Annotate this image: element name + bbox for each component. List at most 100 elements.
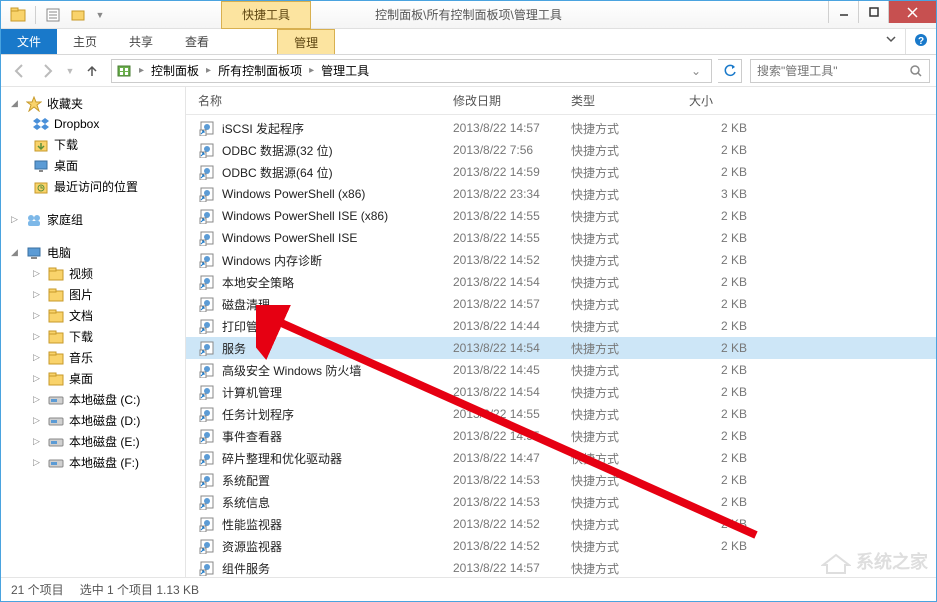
sidebar-item[interactable]: 最近访问的位置 (1, 176, 185, 197)
sidebar-item[interactable]: ▷本地磁盘 (C:) (1, 389, 185, 410)
star-icon (26, 96, 42, 112)
sidebar-item[interactable]: ▷音乐 (1, 347, 185, 368)
breadcrumb-item[interactable]: 管理工具 (317, 62, 373, 79)
expand-icon[interactable]: ▷ (33, 457, 43, 468)
file-row[interactable]: 高级安全 Windows 防火墙2013/8/22 14:45快捷方式2 KB (186, 359, 936, 381)
breadcrumb-item[interactable]: 控制面板 (147, 62, 203, 79)
sidebar-item[interactable]: ▷下载 (1, 326, 185, 347)
collapse-icon[interactable]: ◢ (11, 98, 21, 109)
sidebar-item[interactable]: ▷桌面 (1, 368, 185, 389)
file-row[interactable]: Windows PowerShell ISE (x86)2013/8/22 14… (186, 205, 936, 227)
file-row[interactable]: 事件查看器2013/8/22 14:55快捷方式2 KB (186, 425, 936, 447)
file-row[interactable]: iSCSI 发起程序2013/8/22 14:57快捷方式2 KB (186, 117, 936, 139)
expand-icon[interactable]: ▷ (33, 289, 43, 300)
file-row[interactable]: 任务计划程序2013/8/22 14:55快捷方式2 KB (186, 403, 936, 425)
file-row[interactable]: 资源监视器2013/8/22 14:52快捷方式2 KB (186, 535, 936, 557)
sidebar-item[interactable]: ▷文档 (1, 305, 185, 326)
expand-icon[interactable]: ▷ (33, 268, 43, 279)
sidebar-item[interactable]: Dropbox (1, 114, 185, 134)
file-name: 高级安全 Windows 防火墙 (222, 362, 453, 379)
folder-icon (33, 137, 49, 153)
file-type: 快捷方式 (571, 362, 689, 379)
file-row[interactable]: 碎片整理和优化驱动器2013/8/22 14:47快捷方式2 KB (186, 447, 936, 469)
file-row[interactable]: 本地安全策略2013/8/22 14:54快捷方式2 KB (186, 271, 936, 293)
expand-icon[interactable]: ▷ (33, 352, 43, 363)
refresh-button[interactable] (718, 59, 742, 83)
column-name[interactable]: 名称 (198, 92, 453, 109)
file-name: ODBC 数据源(32 位) (222, 142, 453, 159)
maximize-button[interactable] (858, 1, 888, 23)
expand-icon[interactable]: ▷ (33, 331, 43, 342)
sidebar-item[interactable]: ▷本地磁盘 (F:) (1, 452, 185, 473)
navigation-pane[interactable]: ◢ 收藏夹 Dropbox下载桌面最近访问的位置 ▷ 家庭组 ◢ 电脑 (1, 87, 186, 577)
column-date[interactable]: 修改日期 (453, 92, 571, 109)
file-row[interactable]: ODBC 数据源(64 位)2013/8/22 14:59快捷方式2 KB (186, 161, 936, 183)
tab-home[interactable]: 主页 (57, 29, 113, 54)
item-icon (48, 287, 64, 303)
file-row[interactable]: Windows 内存诊断2013/8/22 14:52快捷方式2 KB (186, 249, 936, 271)
file-size: 3 KB (689, 187, 765, 201)
shortcut-icon (198, 405, 216, 423)
file-date: 2013/8/22 14:55 (453, 407, 571, 421)
expand-icon[interactable]: ▷ (33, 436, 43, 447)
collapse-icon[interactable]: ◢ (11, 247, 21, 258)
back-button[interactable] (7, 58, 33, 84)
file-row[interactable]: 性能监视器2013/8/22 14:52快捷方式2 KB (186, 513, 936, 535)
search-input[interactable] (757, 64, 909, 78)
tab-file[interactable]: 文件 (1, 29, 57, 54)
sidebar-item[interactable]: ▷ 本地磁盘 (D:) (1, 410, 185, 431)
sidebar-header-favorites[interactable]: ◢ 收藏夹 (1, 93, 185, 114)
breadcrumb-label: 控制面板 (151, 62, 199, 79)
file-row[interactable]: 系统配置2013/8/22 14:53快捷方式2 KB (186, 469, 936, 491)
expand-icon[interactable]: ▷ (33, 310, 43, 321)
sidebar-header-homegroup[interactable]: ▷ 家庭组 (1, 209, 185, 230)
sidebar-item[interactable]: 下载 (1, 134, 185, 155)
file-row[interactable]: ODBC 数据源(32 位)2013/8/22 7:56快捷方式2 KB (186, 139, 936, 161)
properties-icon[interactable] (42, 4, 64, 26)
search-box[interactable] (750, 59, 930, 83)
new-folder-icon[interactable] (68, 4, 90, 26)
help-button[interactable]: ? (905, 29, 936, 54)
file-row[interactable]: Windows PowerShell (x86)2013/8/22 23:34快… (186, 183, 936, 205)
expand-icon[interactable]: ▷ (11, 214, 21, 225)
file-row[interactable]: 组件服务2013/8/22 14:57快捷方式 (186, 557, 936, 577)
computer-icon (26, 245, 42, 261)
sidebar-item-label: 本地磁盘 (D:) (69, 412, 140, 429)
shortcut-icon (198, 361, 216, 379)
recent-locations-button[interactable]: ▼ (63, 58, 77, 84)
tab-share[interactable]: 共享 (113, 29, 169, 54)
tab-manage[interactable]: 管理 (277, 29, 335, 54)
minimize-button[interactable] (828, 1, 858, 23)
file-row[interactable]: Windows PowerShell ISE2013/8/22 14:55快捷方… (186, 227, 936, 249)
column-size[interactable]: 大小 (689, 92, 765, 109)
file-row[interactable]: 系统信息2013/8/22 14:53快捷方式2 KB (186, 491, 936, 513)
address-dropdown-icon[interactable]: ⌄ (685, 64, 707, 78)
sidebar-item[interactable]: 桌面 (1, 155, 185, 176)
chevron-right-icon[interactable]: ▸ (136, 65, 147, 76)
address-bar[interactable]: ▸ 控制面板 ▸ 所有控制面板项 ▸ 管理工具 ⌄ (111, 59, 712, 83)
file-list[interactable]: iSCSI 发起程序2013/8/22 14:57快捷方式2 KBODBC 数据… (186, 115, 936, 577)
sidebar-item[interactable]: ▷图片 (1, 284, 185, 305)
sidebar-item[interactable]: ▷本地磁盘 (E:) (1, 431, 185, 452)
chevron-right-icon[interactable]: ▸ (306, 65, 317, 76)
sidebar-item[interactable]: ▷视频 (1, 263, 185, 284)
up-button[interactable] (79, 58, 105, 84)
forward-button[interactable] (35, 58, 61, 84)
expand-icon[interactable]: ▷ (33, 415, 43, 426)
file-row[interactable]: 磁盘清理2013/8/22 14:57快捷方式2 KB (186, 293, 936, 315)
chevron-right-icon[interactable]: ▸ (203, 65, 214, 76)
breadcrumb-label: 管理工具 (321, 62, 369, 79)
expand-icon[interactable]: ▷ (33, 394, 43, 405)
breadcrumb-item[interactable]: 所有控制面板项 (214, 62, 306, 79)
file-row[interactable]: 计算机管理2013/8/22 14:54快捷方式2 KB (186, 381, 936, 403)
file-size: 2 KB (689, 275, 765, 289)
tab-view[interactable]: 查看 (169, 29, 225, 54)
file-row[interactable]: 服务2013/8/22 14:54快捷方式2 KB (186, 337, 936, 359)
ribbon-expand-button[interactable] (877, 29, 905, 54)
sidebar-header-computer[interactable]: ◢ 电脑 (1, 242, 185, 263)
close-button[interactable] (888, 1, 936, 23)
file-row[interactable]: 打印管理2013/8/22 14:44快捷方式2 KB (186, 315, 936, 337)
qat-dropdown-icon[interactable]: ▼ (94, 4, 106, 26)
expand-icon[interactable]: ▷ (33, 373, 43, 384)
column-type[interactable]: 类型 (571, 92, 689, 109)
